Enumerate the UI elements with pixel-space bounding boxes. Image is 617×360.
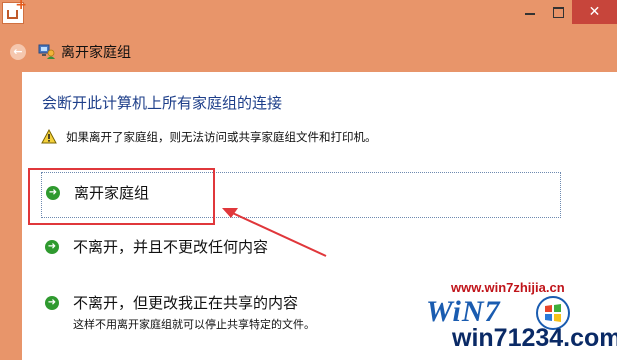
watermark-number: win71234.com — [452, 324, 617, 352]
annotation-arrow — [222, 208, 327, 257]
window-frame: + ✕ ← 离开家庭组 会断开此计算机上所有家庭组的连接 如果离开了家庭组，则无… — [0, 0, 617, 360]
watermark-site: www.win7zhijia.cn — [451, 280, 565, 295]
